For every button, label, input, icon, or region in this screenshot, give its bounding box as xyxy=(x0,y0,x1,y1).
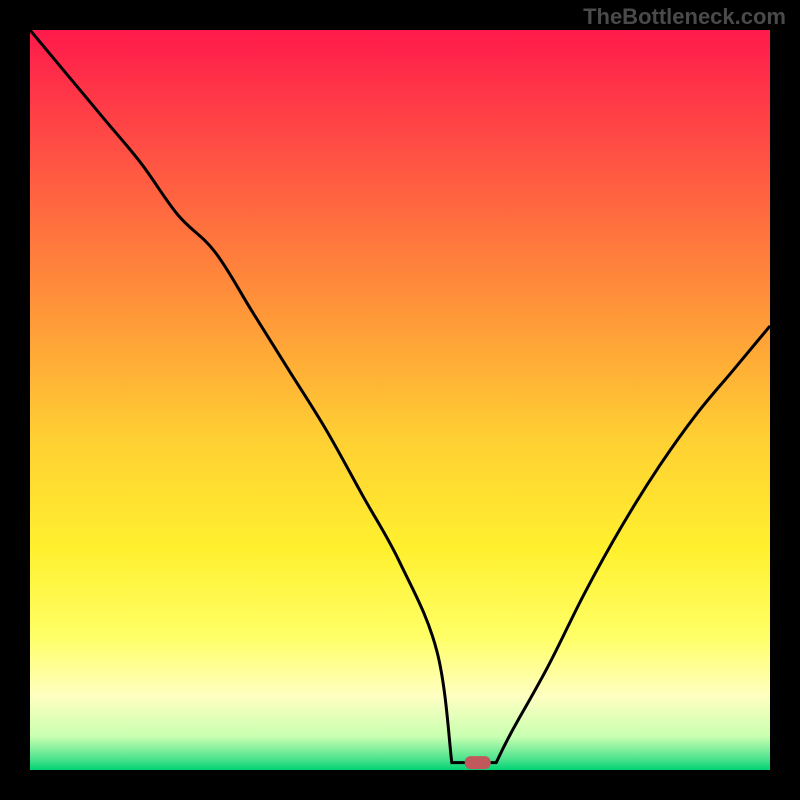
bottleneck-chart xyxy=(30,30,770,770)
chart-frame: TheBottleneck.com xyxy=(0,0,800,800)
optimal-marker xyxy=(465,756,491,769)
plot-area xyxy=(30,30,770,770)
gradient-background xyxy=(30,30,770,770)
watermark-text: TheBottleneck.com xyxy=(583,4,786,30)
